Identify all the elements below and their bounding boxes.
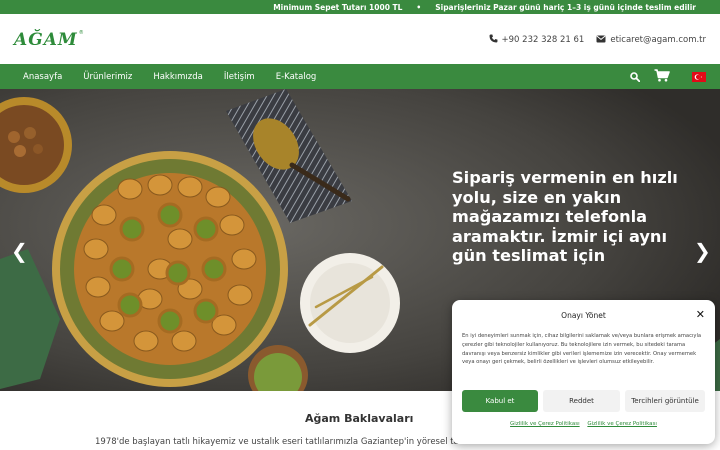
announcement-separator: •: [416, 2, 422, 12]
about-text: 1978'de başlayan tatlı hikayemiz ve usta…: [95, 437, 467, 447]
brand-logo[interactable]: AĞAM ®: [14, 30, 84, 50]
phone-link[interactable]: +90 232 328 21 61: [489, 34, 585, 46]
about-title: Ağam Baklavaları: [305, 412, 414, 425]
phone-icon: [489, 34, 498, 46]
cart-icon[interactable]: [654, 67, 670, 86]
accept-button[interactable]: Kabul et: [462, 390, 538, 412]
consent-title: Onayı Yönet: [561, 311, 606, 320]
deny-button[interactable]: Reddet: [543, 390, 620, 412]
envelope-icon: [596, 35, 606, 46]
registered-mark: ®: [78, 30, 84, 36]
preferences-button[interactable]: Tercihleri görüntüle: [625, 390, 705, 412]
shipping-text: Siparişleriniz Pazar günü hariç 1–3 iş g…: [435, 2, 696, 12]
nav-item-anasayfa[interactable]: Anasayfa: [23, 72, 62, 82]
consent-body: En iyi deneyimleri sunmak için, cihaz bi…: [462, 333, 702, 366]
consent-modal: Onayı Yönet ✕ En iyi deneyimleri sunmak …: [452, 300, 715, 444]
contact-info: +90 232 328 21 61 eticaret@agam.com.tr: [489, 34, 706, 46]
privacy-policy-link[interactable]: Gizlilik ve Çerez Politikası: [510, 421, 580, 427]
nav-item-ekatalog[interactable]: E-Katalog: [276, 72, 317, 82]
slider-prev-arrow[interactable]: ❮: [11, 239, 28, 263]
site-header: AĞAM ® +90 232 328 21 61 eticaret@agam.c…: [0, 14, 720, 64]
nav-item-iletisim[interactable]: İletişim: [224, 72, 255, 82]
hero-headline: Sipariş vermenin en hızlı yolu, size en …: [452, 168, 678, 265]
search-icon[interactable]: [630, 67, 641, 86]
min-order-text: Minimum Sepet Tutarı 1000 TL: [273, 2, 403, 12]
turkey-flag-icon[interactable]: [692, 67, 706, 86]
announcement-bar: Minimum Sepet Tutarı 1000 TL • Siparişle…: [0, 0, 720, 14]
main-navbar: Anasayfa Ürünlerimiz Hakkımızda İletişim…: [0, 64, 720, 89]
nav-item-hakkimizda[interactable]: Hakkımızda: [153, 72, 203, 82]
nav-item-urunlerimiz[interactable]: Ürünlerimiz: [83, 72, 132, 82]
email-link[interactable]: eticaret@agam.com.tr: [596, 35, 706, 46]
cookie-policy-link[interactable]: Gizlilik ve Çerez Politikası: [587, 421, 657, 427]
slider-next-arrow[interactable]: ❯: [694, 239, 711, 263]
logo-text: AĞAM: [14, 30, 78, 50]
phone-number: +90 232 328 21 61: [501, 35, 585, 45]
email-address: eticaret@agam.com.tr: [610, 35, 706, 45]
close-icon[interactable]: ✕: [696, 308, 705, 321]
